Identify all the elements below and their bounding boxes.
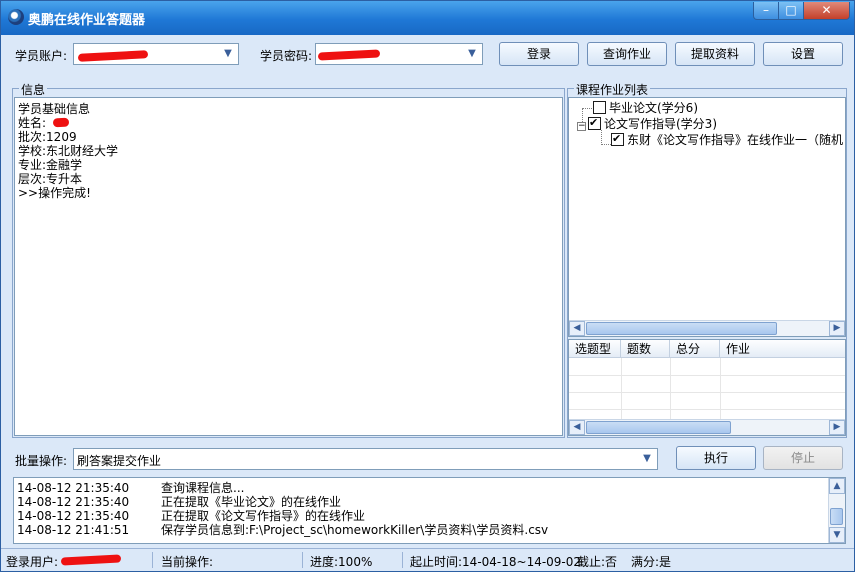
status-separator: [152, 552, 153, 568]
tree-line: [582, 108, 592, 109]
batch-label: 批量操作:: [15, 454, 68, 468]
log-time: 14-08-12 21:35:40: [17, 495, 130, 509]
info-line: 层次:专升本: [18, 172, 83, 186]
scroll-down-icon[interactable]: ▼: [829, 527, 845, 543]
tree-item-online-homework[interactable]: 东财《论文写作指导》在线作业一（随机: [611, 131, 844, 148]
log-message: 正在提取《毕业论文》的在线作业: [161, 495, 342, 509]
grid-line: [720, 358, 721, 419]
question-grid[interactable]: 选题型 题数 总分 作业 ◀ ▶: [568, 339, 846, 436]
tree-checkbox[interactable]: [611, 131, 624, 147]
log-message: 查询课程信息...: [161, 481, 245, 495]
account-combo[interactable]: ▼: [73, 43, 239, 65]
scroll-left-icon[interactable]: ◀: [569, 420, 585, 435]
batch-selected-value: 刷答案提交作业: [77, 454, 162, 468]
maximize-button[interactable]: □: [778, 2, 804, 20]
query-homework-button[interactable]: 查询作业: [587, 42, 667, 66]
column-header[interactable]: 选题型: [569, 340, 621, 358]
grid-line: [670, 358, 671, 419]
info-caption: 信息: [19, 81, 48, 98]
course-caption: 课程作业列表: [574, 81, 651, 98]
login-button[interactable]: 登录: [499, 42, 579, 66]
status-separator: [302, 552, 303, 568]
grid-header: 选题型 题数 总分 作业: [569, 340, 845, 358]
tree-item-label: 东财《论文写作指导》在线作业一（随机: [627, 133, 844, 147]
app-logo-icon: [8, 9, 24, 25]
grid-line: [621, 358, 622, 419]
scroll-thumb[interactable]: [830, 508, 843, 525]
tree-checkbox[interactable]: [593, 101, 606, 114]
log-entry: 14-08-12 21:35:40 正在提取《毕业论文》的在线作业: [17, 495, 341, 509]
chevron-down-icon[interactable]: ▼: [639, 451, 655, 467]
status-current-operation: 当前操作:: [161, 555, 214, 569]
redaction-mark: [52, 117, 70, 128]
tree-item-graduation-thesis[interactable]: 毕业论文(学分6): [593, 100, 698, 116]
settings-button[interactable]: 设置: [763, 42, 843, 66]
status-separator: [402, 552, 403, 568]
password-label: 学员密码:: [260, 49, 313, 63]
chevron-down-icon[interactable]: ▼: [464, 46, 480, 62]
column-header[interactable]: 题数: [621, 340, 670, 358]
chevron-down-icon[interactable]: ▼: [220, 46, 236, 62]
column-header[interactable]: 总分: [670, 340, 720, 358]
scroll-thumb[interactable]: [586, 421, 731, 434]
log-message: 保存学员信息到:F:\Project_sc\homeworkKiller\学员资…: [161, 523, 549, 537]
tree-item-label: 毕业论文(学分6): [609, 101, 698, 115]
window-title: 奥鹏在线作业答题器: [28, 13, 146, 28]
log-vscrollbar[interactable]: ▲ ▼: [828, 478, 845, 543]
tree-line: [601, 144, 611, 145]
scroll-up-icon[interactable]: ▲: [829, 478, 845, 494]
scroll-left-icon[interactable]: ◀: [569, 321, 585, 336]
status-deadline: 截止:否: [577, 555, 618, 569]
scroll-right-icon[interactable]: ▶: [829, 321, 845, 336]
info-line: 专业:金融学: [18, 158, 83, 172]
tree-line: [601, 130, 602, 145]
info-line: 学员基础信息: [18, 102, 91, 116]
info-textarea[interactable]: 学员基础信息 姓名: 批次:1209 学校:东北财经大学 专业:金融学 层次:专…: [14, 97, 563, 436]
account-label: 学员账户:: [15, 49, 68, 63]
log-textarea[interactable]: 14-08-12 21:35:40 查询课程信息... 14-08-12 21:3…: [13, 477, 846, 544]
collapse-icon[interactable]: −: [577, 122, 586, 131]
log-time: 14-08-12 21:35:40: [17, 481, 130, 495]
course-tree[interactable]: 毕业论文(学分6) − 论文写作指导(学分3) 东财《论文写作指导》在线作业一（随…: [568, 97, 846, 337]
scroll-thumb[interactable]: [586, 322, 777, 335]
tree-hscrollbar[interactable]: ◀ ▶: [569, 320, 845, 336]
log-entry: 14-08-12 21:41:51 保存学员信息到:F:\Project_sc\h…: [17, 523, 548, 537]
status-bar: 登录用户: 当前操作: 进度:100% 起止时间:14-04-18~14-09-…: [1, 548, 854, 571]
batch-operation-select[interactable]: 刷答案提交作业 ▼: [73, 448, 658, 470]
app-window: 奥鹏在线作业答题器 – □ ✕ 学员账户: ▼ 学员密码: ▼ 登录 查询作业 …: [0, 0, 855, 572]
password-combo[interactable]: ▼: [315, 43, 483, 65]
title-bar[interactable]: 奥鹏在线作业答题器 – □ ✕: [1, 1, 854, 35]
grid-line: [569, 409, 845, 410]
redaction-mark: [60, 554, 122, 566]
log-time: 14-08-12 21:35:40: [17, 509, 130, 523]
log-message: 正在提取《论文写作指导》的在线作业: [161, 509, 366, 523]
status-progress: 进度:100%: [310, 555, 373, 569]
tree-item-label: 论文写作指导(学分3): [604, 117, 717, 131]
close-button[interactable]: ✕: [803, 2, 850, 20]
redaction-mark: [77, 50, 149, 62]
status-full-score: 满分:是: [631, 555, 672, 569]
fetch-materials-button[interactable]: 提取资料: [675, 42, 755, 66]
log-time: 14-08-12 21:41:51: [17, 523, 130, 537]
status-period: 起止时间:14-04-18~14-09-02: [410, 555, 582, 569]
column-header[interactable]: 作业: [720, 340, 845, 358]
redaction-mark: [317, 49, 381, 61]
tree-item-thesis-guidance[interactable]: − 论文写作指导(学分3): [577, 115, 717, 132]
status-user: 登录用户:: [6, 555, 59, 569]
log-entry: 14-08-12 21:35:40 查询课程信息...: [17, 481, 244, 495]
minimize-button[interactable]: –: [753, 2, 779, 20]
log-entry: 14-08-12 21:35:40 正在提取《论文写作指导》的在线作业: [17, 509, 365, 523]
info-line: 学校:东北财经大学: [18, 144, 119, 158]
info-line: >>操作完成!: [18, 186, 91, 200]
stop-button: 停止: [763, 446, 843, 470]
tree-checkbox[interactable]: [588, 115, 601, 131]
grid-line: [569, 392, 845, 393]
info-line: 批次:1209: [18, 130, 77, 144]
execute-button[interactable]: 执行: [676, 446, 756, 470]
grid-hscrollbar[interactable]: ◀ ▶: [569, 419, 845, 435]
scroll-right-icon[interactable]: ▶: [829, 420, 845, 435]
info-lines: 学员基础信息 姓名: 批次:1209 学校:东北财经大学 专业:金融学 层次:专…: [18, 102, 118, 200]
grid-line: [569, 375, 845, 376]
